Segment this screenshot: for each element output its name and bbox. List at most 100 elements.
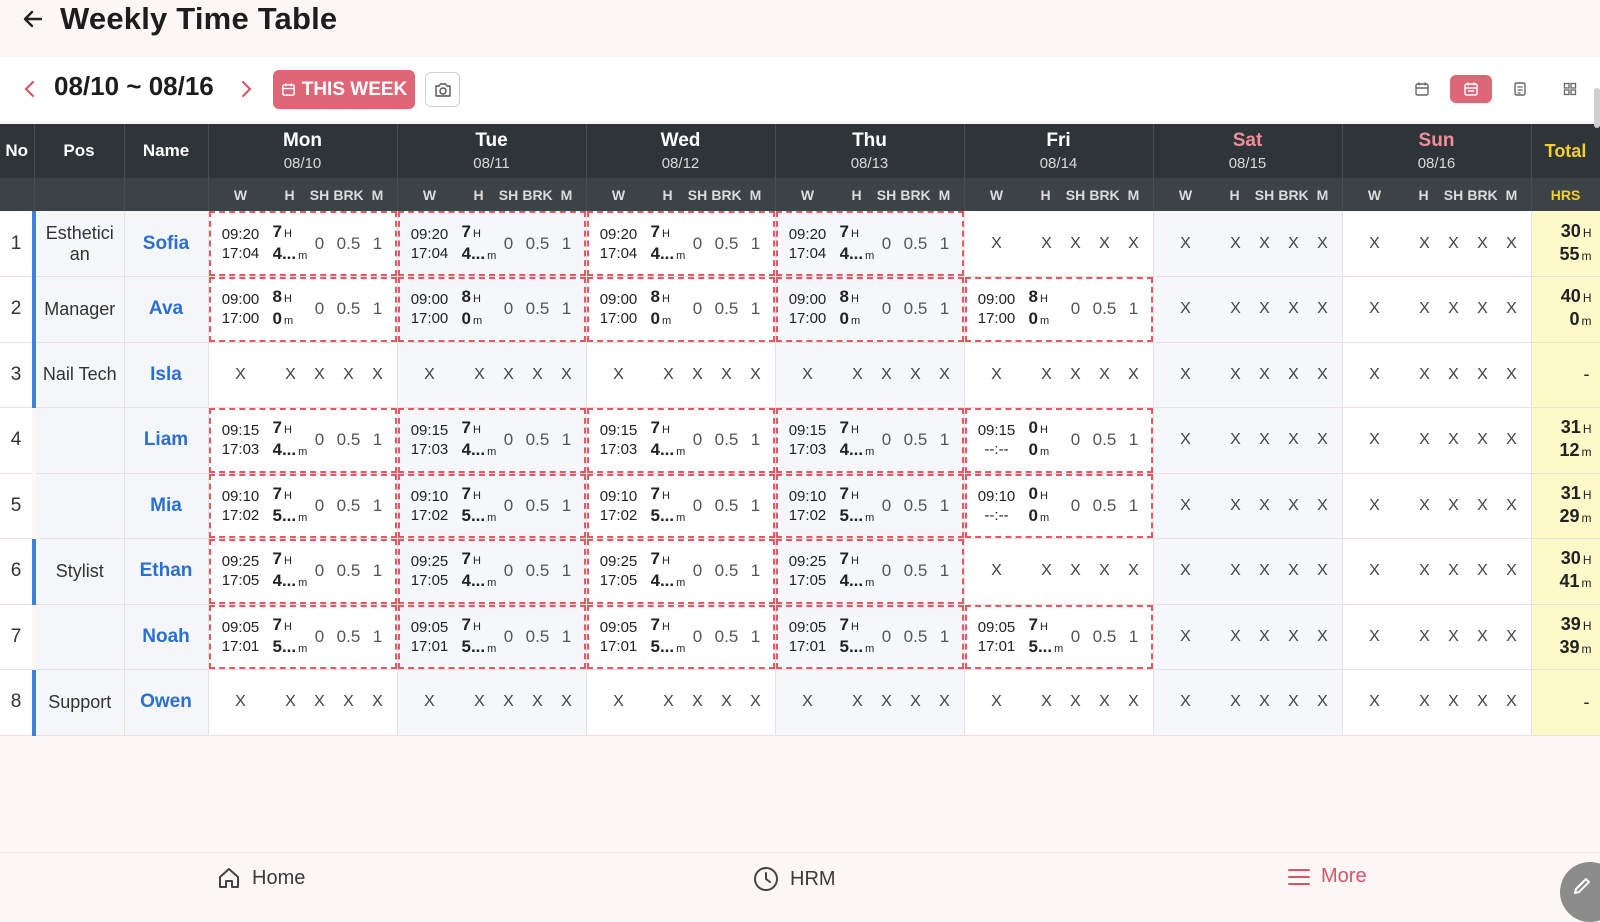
shift-cell[interactable]: 09:25 17:05 7 H 4... m 0 0.5 1 <box>586 538 776 605</box>
shift-entry[interactable]: 09:15 --:-- 0 H 0 m 0 0.5 1 <box>964 408 1152 473</box>
shift-cell[interactable]: 09:05 17:01 7 H 5... m 0 0.5 1 <box>208 604 398 670</box>
empty-entry[interactable]: XXXXX <box>1154 474 1342 538</box>
back-button[interactable] <box>18 2 48 36</box>
shift-entry[interactable]: 09:10 17:02 7 H 5... m 0 0.5 1 <box>775 473 963 538</box>
empty-shift-cell[interactable]: XXXXX <box>586 342 776 408</box>
shift-entry[interactable]: 09:10 17:02 7 H 5... m 0 0.5 1 <box>586 473 774 538</box>
shift-cell[interactable]: 09:25 17:05 7 H 4... m 0 0.5 1 <box>397 538 587 605</box>
table-row[interactable]: 3 Nail Tech Isla X X X X X X X X X X X X X X X X X X X X X X X X X X… <box>0 342 1600 408</box>
empty-shift-cell[interactable]: XXXXX <box>208 342 398 408</box>
shift-entry[interactable]: 09:20 17:04 7 H 4... m 0 0.5 1 <box>775 211 963 276</box>
empty-entry[interactable]: XXXXX <box>1343 474 1531 538</box>
empty-shift-cell[interactable]: XXXXX <box>964 538 1154 605</box>
empty-entry[interactable]: XXXXX <box>965 211 1153 276</box>
employee-name[interactable]: Ava <box>124 276 209 343</box>
empty-shift-cell[interactable]: XXXXX <box>964 669 1154 736</box>
screenshot-button[interactable] <box>425 72 460 107</box>
shift-cell[interactable]: 09:00 17:00 8 H 0 m 0 0.5 1 <box>586 276 776 343</box>
shift-cell[interactable]: 09:00 17:00 8 H 0 m 0 0.5 1 <box>208 276 398 343</box>
empty-shift-cell[interactable]: XXXXX <box>1342 669 1532 736</box>
empty-shift-cell[interactable]: XXXXX <box>1342 407 1532 474</box>
shift-entry[interactable]: 09:20 17:04 7 H 4... m 0 0.5 1 <box>208 211 396 276</box>
shift-cell[interactable]: 09:00 17:00 8 H 0 m 0 0.5 1 <box>964 276 1154 343</box>
empty-entry[interactable]: XXXXX <box>209 670 397 734</box>
empty-entry[interactable]: XXXXX <box>1343 670 1531 734</box>
shift-cell[interactable]: 09:10 17:02 7 H 5... m 0 0.5 1 <box>586 473 776 539</box>
empty-shift-cell[interactable]: XXXXX <box>1342 604 1532 670</box>
employee-name[interactable]: Mia <box>124 473 209 539</box>
view-month-button[interactable] <box>1499 75 1541 103</box>
empty-shift-cell[interactable]: XXXXX <box>1153 473 1343 539</box>
shift-entry[interactable]: 09:00 17:00 8 H 0 m 0 0.5 1 <box>397 277 585 342</box>
shift-entry[interactable]: 09:25 17:05 7 H 4... m 0 0.5 1 <box>208 539 396 604</box>
shift-cell[interactable]: 09:25 17:05 7 H 4... m 0 0.5 1 <box>208 538 398 605</box>
employee-name[interactable]: Sofia <box>124 211 209 277</box>
empty-shift-cell[interactable]: XXXXX <box>1153 342 1343 408</box>
empty-entry[interactable]: XXXXX <box>776 670 964 734</box>
previous-week-button[interactable] <box>18 74 42 104</box>
empty-entry[interactable]: XXXXX <box>1343 343 1531 407</box>
shift-cell[interactable]: 09:05 17:01 7 H 5... m 0 0.5 1 <box>964 604 1154 670</box>
empty-shift-cell[interactable]: XXXXX <box>1342 538 1532 605</box>
scrollbar[interactable] <box>1594 88 1600 128</box>
empty-entry[interactable]: XXXXX <box>1343 408 1531 472</box>
table-row[interactable]: 2 Manager Ava 09:00 17:00 8 H 0 m 0 0.5 1 09:00 17:00… <box>0 276 1600 343</box>
shift-cell[interactable]: 09:05 17:01 7 H 5... m 0 0.5 1 <box>397 604 587 670</box>
shift-entry[interactable]: 09:15 17:03 7 H 4... m 0 0.5 1 <box>397 408 585 473</box>
shift-cell[interactable]: 09:10 17:02 7 H 5... m 0 0.5 1 <box>397 473 587 539</box>
empty-entry[interactable]: XXXXX <box>776 343 964 407</box>
nav-hrm[interactable]: HRM <box>752 865 836 893</box>
shift-entry[interactable]: 09:25 17:05 7 H 4... m 0 0.5 1 <box>775 539 963 604</box>
empty-entry[interactable]: XXXXX <box>587 670 775 734</box>
shift-cell[interactable]: 09:10 --:-- 0 H 0 m 0 0.5 1 <box>964 473 1154 539</box>
empty-entry[interactable]: XXXXX <box>1343 539 1531 603</box>
empty-shift-cell[interactable]: XXXXX <box>1153 669 1343 736</box>
shift-entry[interactable]: 09:10 17:02 7 H 5... m 0 0.5 1 <box>208 473 396 538</box>
empty-shift-cell[interactable]: XXXXX <box>208 669 398 736</box>
empty-shift-cell[interactable]: XXXXX <box>964 211 1154 277</box>
shift-cell[interactable]: 09:15 17:03 7 H 4... m 0 0.5 1 <box>208 407 398 474</box>
empty-entry[interactable]: XXXXX <box>1154 605 1342 669</box>
empty-entry[interactable]: XXXXX <box>965 343 1153 407</box>
shift-cell[interactable]: 09:10 17:02 7 H 5... m 0 0.5 1 <box>775 473 965 539</box>
shift-cell[interactable]: 09:25 17:05 7 H 4... m 0 0.5 1 <box>775 538 965 605</box>
nav-more[interactable]: More <box>1287 865 1367 888</box>
shift-entry[interactable]: 09:15 17:03 7 H 4... m 0 0.5 1 <box>586 408 774 473</box>
employee-name[interactable]: Isla <box>124 342 209 408</box>
shift-entry[interactable]: 09:00 17:00 8 H 0 m 0 0.5 1 <box>964 277 1152 342</box>
view-week-button[interactable] <box>1450 75 1492 103</box>
shift-entry[interactable]: 09:05 17:01 7 H 5... m 0 0.5 1 <box>586 604 774 669</box>
table-row[interactable]: 7 Noah 09:05 17:01 7 H 5... m 0 0.5 1 09:05 17:01 7 H 5… <box>0 604 1600 670</box>
shift-cell[interactable]: 09:15 17:03 7 H 4... m 0 0.5 1 <box>775 407 965 474</box>
employee-name[interactable]: Noah <box>124 604 209 670</box>
empty-shift-cell[interactable]: XXXXX <box>1153 538 1343 605</box>
empty-entry[interactable]: XXXXX <box>1343 211 1531 276</box>
this-week-button[interactable]: THIS WEEK <box>273 70 415 109</box>
shift-cell[interactable]: 09:15 --:-- 0 H 0 m 0 0.5 1 <box>964 407 1154 474</box>
empty-shift-cell[interactable]: XXXXX <box>1342 211 1532 277</box>
empty-shift-cell[interactable]: XXXXX <box>1153 276 1343 343</box>
nav-home[interactable]: Home <box>216 865 305 891</box>
empty-entry[interactable]: XXXXX <box>398 670 586 734</box>
empty-shift-cell[interactable]: XXXXX <box>1342 473 1532 539</box>
shift-entry[interactable]: 09:05 17:01 7 H 5... m 0 0.5 1 <box>964 604 1152 669</box>
empty-entry[interactable]: XXXXX <box>1343 277 1531 341</box>
shift-entry[interactable]: 09:00 17:00 8 H 0 m 0 0.5 1 <box>775 277 963 342</box>
empty-entry[interactable]: XXXXX <box>587 343 775 407</box>
next-week-button[interactable] <box>234 74 258 104</box>
empty-shift-cell[interactable]: XXXXX <box>775 669 965 736</box>
shift-entry[interactable]: 09:05 17:01 7 H 5... m 0 0.5 1 <box>397 604 585 669</box>
shift-cell[interactable]: 09:00 17:00 8 H 0 m 0 0.5 1 <box>775 276 965 343</box>
shift-cell[interactable]: 09:15 17:03 7 H 4... m 0 0.5 1 <box>397 407 587 474</box>
empty-shift-cell[interactable]: XXXXX <box>1342 276 1532 343</box>
empty-entry[interactable]: XXXXX <box>965 670 1153 734</box>
empty-entry[interactable]: XXXXX <box>1154 211 1342 276</box>
table-row[interactable]: 5 Mia 09:10 17:02 7 H 5... m 0 0.5 1 09:10 17:02 7 H 5.… <box>0 473 1600 539</box>
empty-shift-cell[interactable]: XXXXX <box>397 342 587 408</box>
empty-shift-cell[interactable]: XXXXX <box>1153 211 1343 277</box>
table-row[interactable]: 8 Support Owen X X X X X X X X X X X X X X X X X X X X X X X X X X X X… <box>0 669 1600 736</box>
empty-shift-cell[interactable]: XXXXX <box>397 669 587 736</box>
employee-name[interactable]: Owen <box>124 669 209 736</box>
shift-cell[interactable]: 09:20 17:04 7 H 4... m 0 0.5 1 <box>586 211 776 277</box>
table-row[interactable]: 1 Esthetici an Sofia 09:20 17:04 7 H 4... m 0 0.5 1… <box>0 211 1600 277</box>
